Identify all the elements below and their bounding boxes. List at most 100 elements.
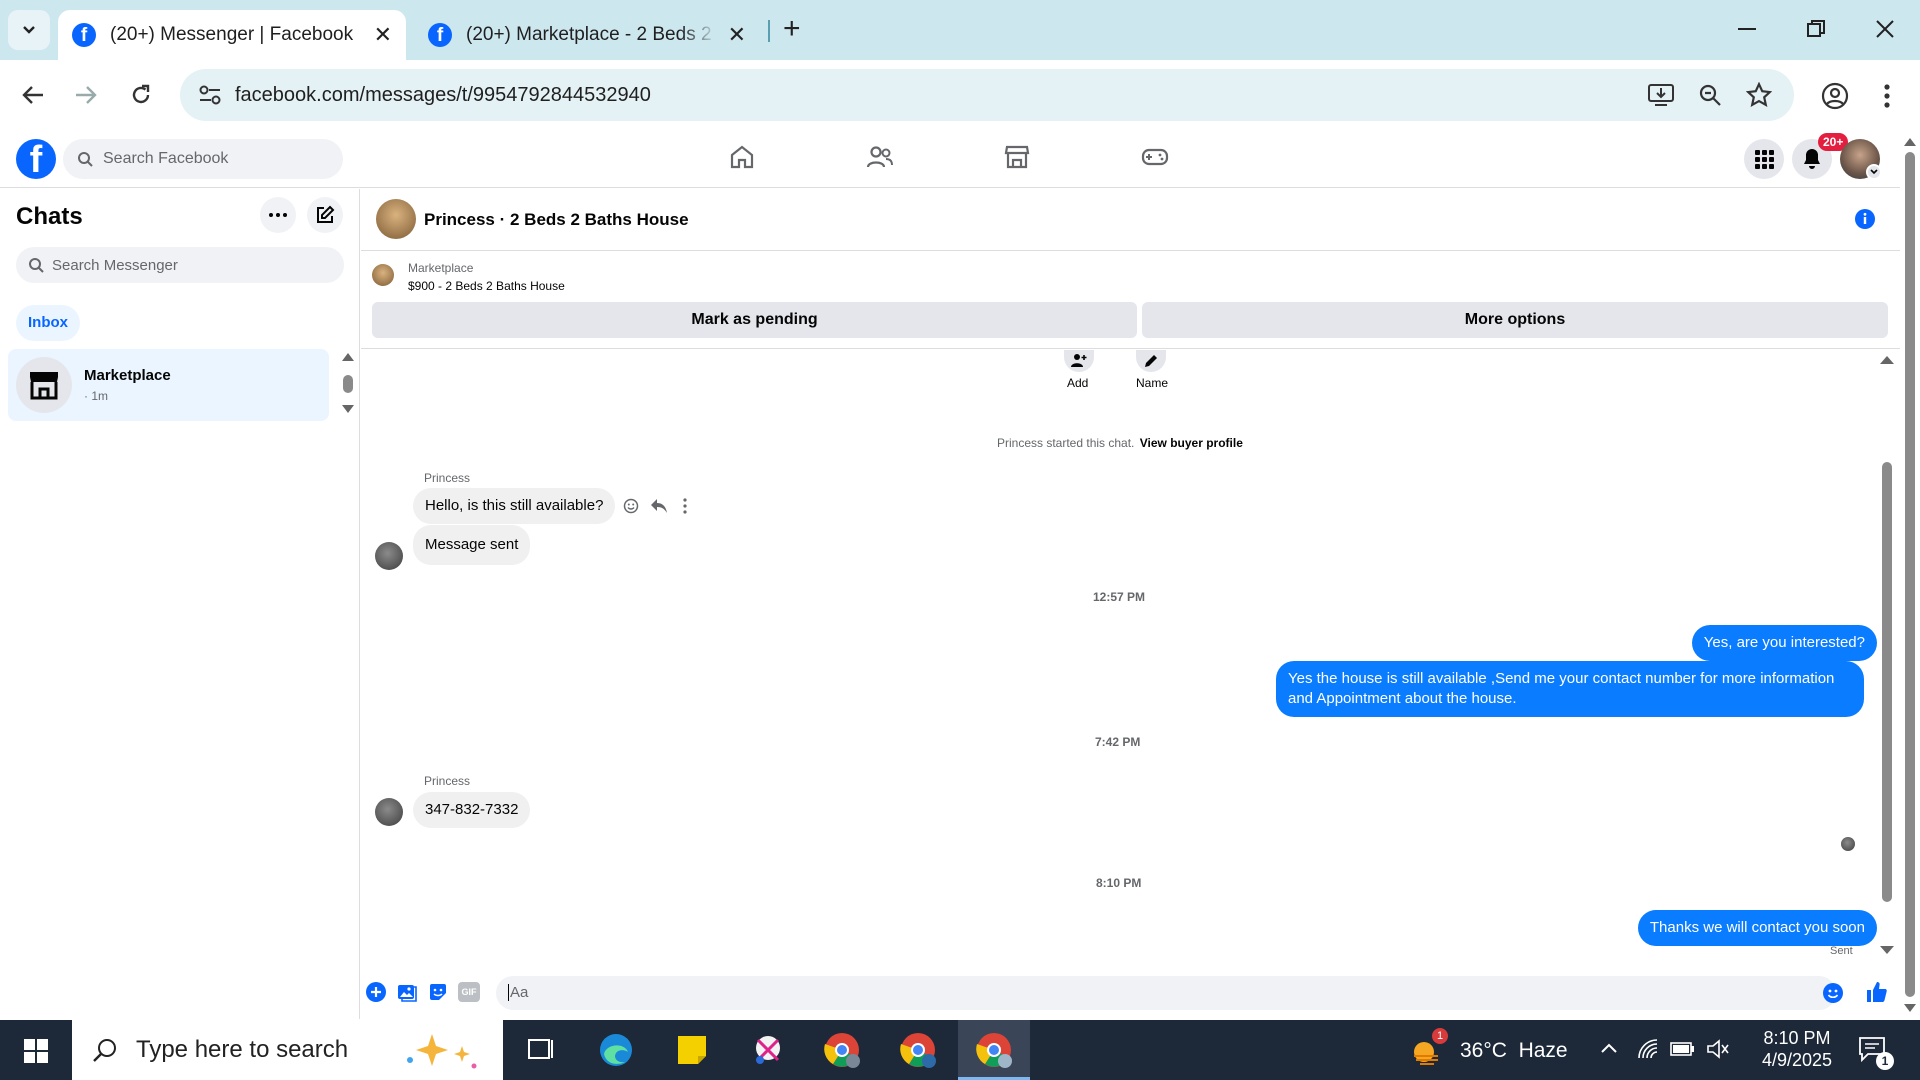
tab-marketplace[interactable]: f (20+) Marketplace - 2 Beds 2 Baths ✕ — [414, 10, 760, 60]
show-hidden-icons-icon[interactable] — [1600, 1042, 1618, 1054]
task-view-icon[interactable] — [521, 1030, 561, 1070]
sender-name: Princess — [424, 774, 471, 788]
reload-icon[interactable] — [130, 84, 152, 106]
search-icon — [29, 258, 44, 273]
address-bar[interactable]: facebook.com/messages/t/9954792844532940 — [180, 69, 1794, 121]
taskbar-clock[interactable]: 8:10 PM 4/9/2025 — [1752, 1027, 1842, 1071]
facebook-search-input[interactable]: Search Facebook — [63, 139, 343, 179]
volume-muted-icon[interactable] — [1706, 1038, 1730, 1060]
add-label: Add — [1067, 376, 1089, 390]
taskbar-search-box[interactable]: Type here to search — [72, 1020, 503, 1080]
zoom-icon[interactable] — [1698, 83, 1722, 107]
inbox-filter[interactable]: Inbox — [16, 305, 80, 341]
profile-icon[interactable] — [1821, 82, 1849, 110]
battery-icon[interactable] — [1670, 1040, 1696, 1058]
name-label: Name — [1136, 376, 1169, 390]
sender-avatar[interactable] — [375, 542, 403, 570]
tab-search-button[interactable] — [8, 10, 50, 50]
message-bubble-incoming[interactable]: 347-832-7332 — [413, 792, 531, 828]
menu-button[interactable] — [1744, 139, 1784, 179]
new-message-button[interactable] — [307, 197, 343, 233]
friends-icon[interactable] — [866, 144, 894, 170]
timestamp: 8:10 PM — [1096, 876, 1142, 890]
listing-avatar[interactable] — [376, 199, 416, 239]
marketplace-label: Marketplace — [408, 261, 474, 275]
restore-icon[interactable] — [1807, 20, 1825, 38]
message-bubble-outgoing[interactable]: Yes the house is still available ,Send m… — [1276, 661, 1864, 717]
emoji-icon[interactable] — [1823, 983, 1843, 1003]
close-window-icon[interactable] — [1876, 20, 1894, 38]
bell-icon — [1804, 149, 1820, 169]
name-button[interactable] — [1136, 350, 1166, 372]
message-bubble-outgoing[interactable]: Yes, are you interested? — [1691, 625, 1877, 661]
more-actions-icon[interactable] — [682, 498, 688, 514]
sender-name: Princess — [424, 471, 471, 485]
gaming-icon[interactable] — [1141, 144, 1169, 170]
plus-circle-icon[interactable] — [366, 982, 386, 1002]
account-chevron-icon[interactable] — [1866, 164, 1882, 180]
chat-list-scrollbar[interactable] — [340, 353, 356, 419]
chat-meta: · 1m — [84, 389, 108, 403]
windows-start-icon[interactable] — [24, 1039, 48, 1063]
chats-options-button[interactable] — [260, 197, 296, 233]
photo-icon[interactable] — [397, 982, 417, 1002]
compose-icon — [317, 205, 335, 223]
chrome-profile-2-icon[interactable] — [898, 1030, 938, 1070]
weather-badge: 1 — [1432, 1028, 1448, 1044]
react-emoji-icon[interactable] — [623, 498, 639, 514]
facebook-logo[interactable]: f — [16, 139, 56, 179]
chat-name: Marketplace — [84, 367, 171, 384]
sticky-notes-icon[interactable] — [672, 1030, 712, 1070]
back-icon[interactable] — [22, 85, 44, 105]
url-text[interactable]: facebook.com/messages/t/9954792844532940 — [235, 84, 651, 107]
view-buyer-profile-link[interactable]: View buyer profile — [1140, 436, 1243, 450]
message-bubble-outgoing[interactable]: Thanks we will contact you soon — [1637, 910, 1877, 946]
search-icon — [93, 1039, 116, 1062]
composer: GIF Aa — [361, 966, 1900, 1020]
wifi-icon[interactable] — [1637, 1038, 1659, 1060]
search-icon — [78, 152, 93, 167]
browser-menu-icon[interactable] — [1884, 84, 1890, 108]
sender-avatar[interactable] — [375, 798, 403, 826]
chrome-profile-1-icon[interactable] — [822, 1030, 862, 1070]
gif-button[interactable]: GIF — [458, 982, 480, 1002]
tab-divider — [768, 20, 770, 42]
install-app-icon[interactable] — [1648, 83, 1674, 107]
like-thumb-icon[interactable] — [1865, 981, 1887, 1003]
more-options-button[interactable]: More options — [1142, 302, 1888, 338]
message-bubble-incoming[interactable]: Hello, is this still available? — [413, 488, 616, 524]
sent-status: Sent — [1830, 945, 1853, 957]
messenger-search-input[interactable]: Search Messenger — [16, 247, 344, 283]
new-tab-button[interactable]: + — [783, 14, 801, 44]
message-thread: Add Name Princess started this chat. Vie… — [361, 350, 1900, 965]
home-icon[interactable] — [729, 144, 755, 170]
snipping-tool-icon[interactable] — [748, 1030, 788, 1070]
site-settings-icon[interactable] — [198, 84, 222, 106]
thread-scrollbar[interactable] — [1878, 354, 1896, 954]
chrome-profile-3-icon[interactable] — [974, 1030, 1014, 1070]
mark-as-pending-button[interactable]: Mark as pending — [372, 302, 1137, 338]
message-bubble-incoming[interactable]: Message sent — [413, 525, 531, 565]
close-tab-icon[interactable]: ✕ — [374, 22, 392, 48]
page-scrollbar[interactable] — [1900, 130, 1920, 1020]
sticker-icon[interactable] — [428, 982, 448, 1002]
edge-icon[interactable] — [596, 1030, 636, 1070]
facebook-favicon-icon: f — [72, 23, 96, 47]
info-icon[interactable] — [1855, 209, 1875, 229]
marketplace-icon[interactable] — [1004, 144, 1030, 170]
read-receipt-avatar — [1841, 837, 1855, 851]
add-person-button[interactable] — [1064, 350, 1094, 372]
minimize-icon[interactable] — [1738, 28, 1756, 32]
weather-text[interactable]: 36°C Haze — [1460, 1039, 1568, 1063]
message-input[interactable]: Aa — [496, 976, 1836, 1010]
listing-title[interactable]: $900 - 2 Beds 2 Baths House — [408, 279, 565, 293]
close-tab-icon[interactable]: ✕ — [728, 22, 746, 48]
reply-icon[interactable] — [650, 498, 668, 514]
pencil-icon — [1145, 355, 1157, 367]
tab-messenger[interactable]: f (20+) Messenger | Facebook ✕ — [58, 10, 406, 60]
forward-icon[interactable] — [75, 85, 97, 105]
search-highlight-icon — [407, 1034, 477, 1069]
conversation-title[interactable]: Princess · 2 Beds 2 Baths House — [424, 210, 689, 230]
bookmark-star-icon[interactable] — [1746, 82, 1772, 108]
chat-list-item[interactable]: Marketplace · 1m — [8, 349, 329, 421]
